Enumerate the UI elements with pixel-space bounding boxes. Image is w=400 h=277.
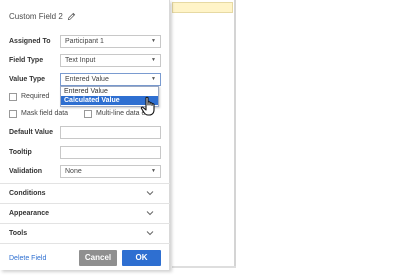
- field-type-label: Field Type: [9, 57, 44, 64]
- multi-line-label: Multi-line data e: [96, 110, 146, 117]
- dropdown-arrow-icon: ▼: [151, 168, 156, 174]
- delete-field-link[interactable]: Delete Field: [9, 255, 46, 262]
- dropdown-arrow-icon: ▼: [151, 76, 156, 82]
- field-type-value: Text Input: [65, 57, 96, 64]
- validation-select[interactable]: None ▼: [60, 165, 161, 178]
- document-page-edge: [234, 0, 236, 266]
- section-conditions[interactable]: Conditions: [0, 183, 170, 203]
- chevron-down-icon: [146, 191, 154, 196]
- tooltip-input[interactable]: [60, 146, 161, 159]
- dropdown-arrow-icon: ▼: [151, 57, 156, 63]
- dropdown-arrow-icon: ▼: [151, 38, 156, 44]
- cancel-button[interactable]: Cancel: [79, 250, 117, 266]
- chevron-down-icon: [146, 211, 154, 216]
- mask-field-data-checkbox[interactable]: [9, 110, 17, 118]
- hand-cursor-icon: [140, 96, 155, 116]
- assigned-to-value: Participant 1: [65, 38, 104, 45]
- custom-field-panel: Custom Field 2 Assigned To Participant 1…: [0, 0, 170, 270]
- multi-line-checkbox[interactable]: [84, 110, 92, 118]
- default-value-label: Default Value: [9, 129, 53, 136]
- validation-label: Validation: [9, 168, 43, 175]
- dropdown-option-entered-value[interactable]: Entered Value: [61, 87, 158, 96]
- section-conditions-label: Conditions: [9, 190, 46, 197]
- value-type-value: Entered Value: [65, 76, 109, 83]
- section-appearance-label: Appearance: [9, 210, 50, 217]
- footer-divider: [0, 243, 170, 244]
- field-type-select[interactable]: Text Input ▼: [60, 54, 161, 67]
- panel-title: Custom Field 2: [9, 12, 76, 21]
- chevron-down-icon: [146, 231, 154, 236]
- value-type-select[interactable]: Entered Value ▼: [60, 73, 161, 86]
- pencil-icon[interactable]: [67, 12, 76, 21]
- ok-button[interactable]: OK: [122, 250, 161, 266]
- panel-title-text: Custom Field 2: [9, 12, 63, 21]
- assigned-to-select[interactable]: Participant 1 ▼: [60, 35, 161, 48]
- section-tools-label: Tools: [9, 230, 28, 237]
- section-appearance[interactable]: Appearance: [0, 203, 170, 223]
- default-value-input[interactable]: [60, 126, 161, 139]
- tooltip-label: Tooltip: [9, 149, 32, 156]
- assigned-to-label: Assigned To: [9, 38, 51, 45]
- section-tools[interactable]: Tools: [0, 223, 170, 243]
- required-label: Required: [21, 93, 50, 100]
- mask-field-data-label: Mask field data: [21, 110, 69, 117]
- required-checkbox[interactable]: [9, 93, 17, 101]
- document-page-bottom-edge: [172, 266, 236, 268]
- document-field-highlight[interactable]: [172, 2, 233, 13]
- validation-value: None: [65, 168, 82, 175]
- value-type-label: Value Type: [9, 76, 46, 83]
